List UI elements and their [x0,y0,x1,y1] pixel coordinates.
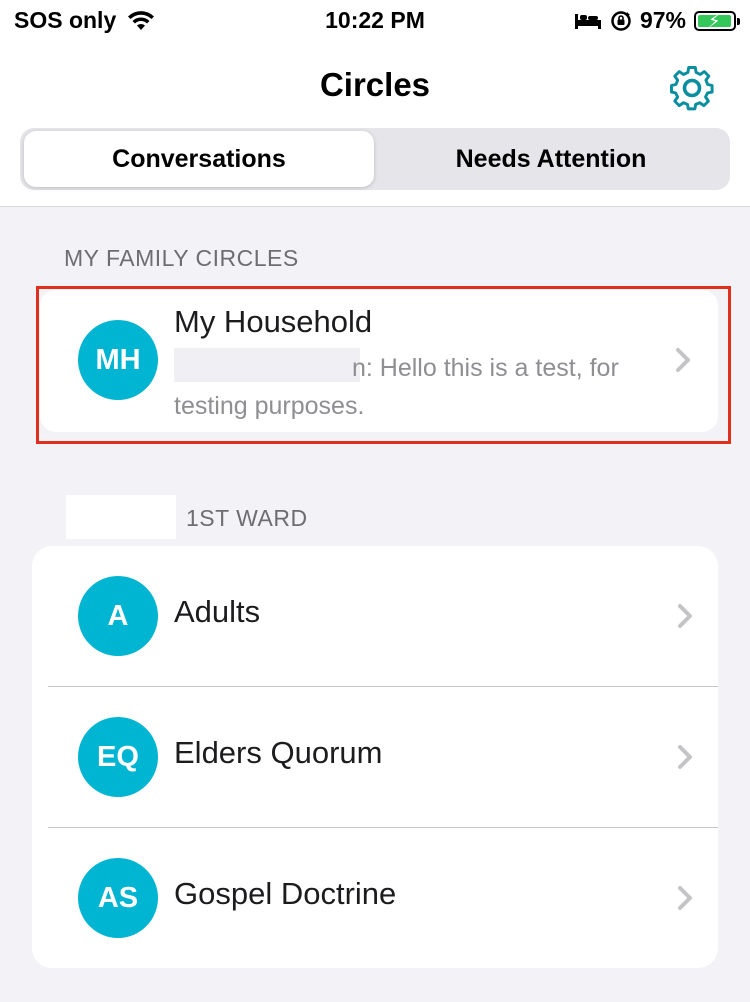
circle-row-adults[interactable]: A Adults [32,546,718,686]
segmented-control: Conversations Needs Attention [20,128,730,190]
chevron-right-icon [678,604,692,628]
battery-cap [737,17,740,25]
circle-name: Adults [174,594,261,629]
battery-icon: ⚡ [694,10,740,31]
chevron-right-icon [678,886,692,910]
chevron-right-icon [678,745,692,769]
tab-needs-attention[interactable]: Needs Attention [376,131,726,187]
charging-bolt-icon: ⚡ [708,10,721,31]
section-header-ward: 1ST WARD [186,505,308,531]
circle-name: Elders Quorum [174,735,383,770]
circle-name: Gospel Doctrine [174,876,397,911]
status-right: 97% ⚡ [574,7,740,34]
status-bar: SOS only 10:22 PM 97% ⚡ [0,0,750,42]
navigation-bar: Circles Conversations Needs Attention [0,42,750,207]
orientation-lock-icon [611,10,631,31]
redacted-ward-name [66,495,176,539]
circle-row-elders-quorum[interactable]: EQ Elders Quorum [48,686,718,827]
ward-circles-list: A Adults EQ Elders Quorum AS Gospel Doct… [32,546,718,968]
circle-row-gospel-doctrine[interactable]: AS Gospel Doctrine [48,827,718,968]
avatar: AS [78,858,158,938]
tab-conversations[interactable]: Conversations [24,131,374,187]
page-title: Circles [319,66,431,103]
avatar: EQ [78,717,158,797]
bed-icon [574,13,601,29]
highlight-annotation [36,286,731,444]
battery-percent: 97% [639,7,686,33]
avatar: A [78,576,158,656]
gear-icon[interactable] [666,62,718,114]
section-header-family-circles: MY FAMILY CIRCLES [64,245,299,271]
